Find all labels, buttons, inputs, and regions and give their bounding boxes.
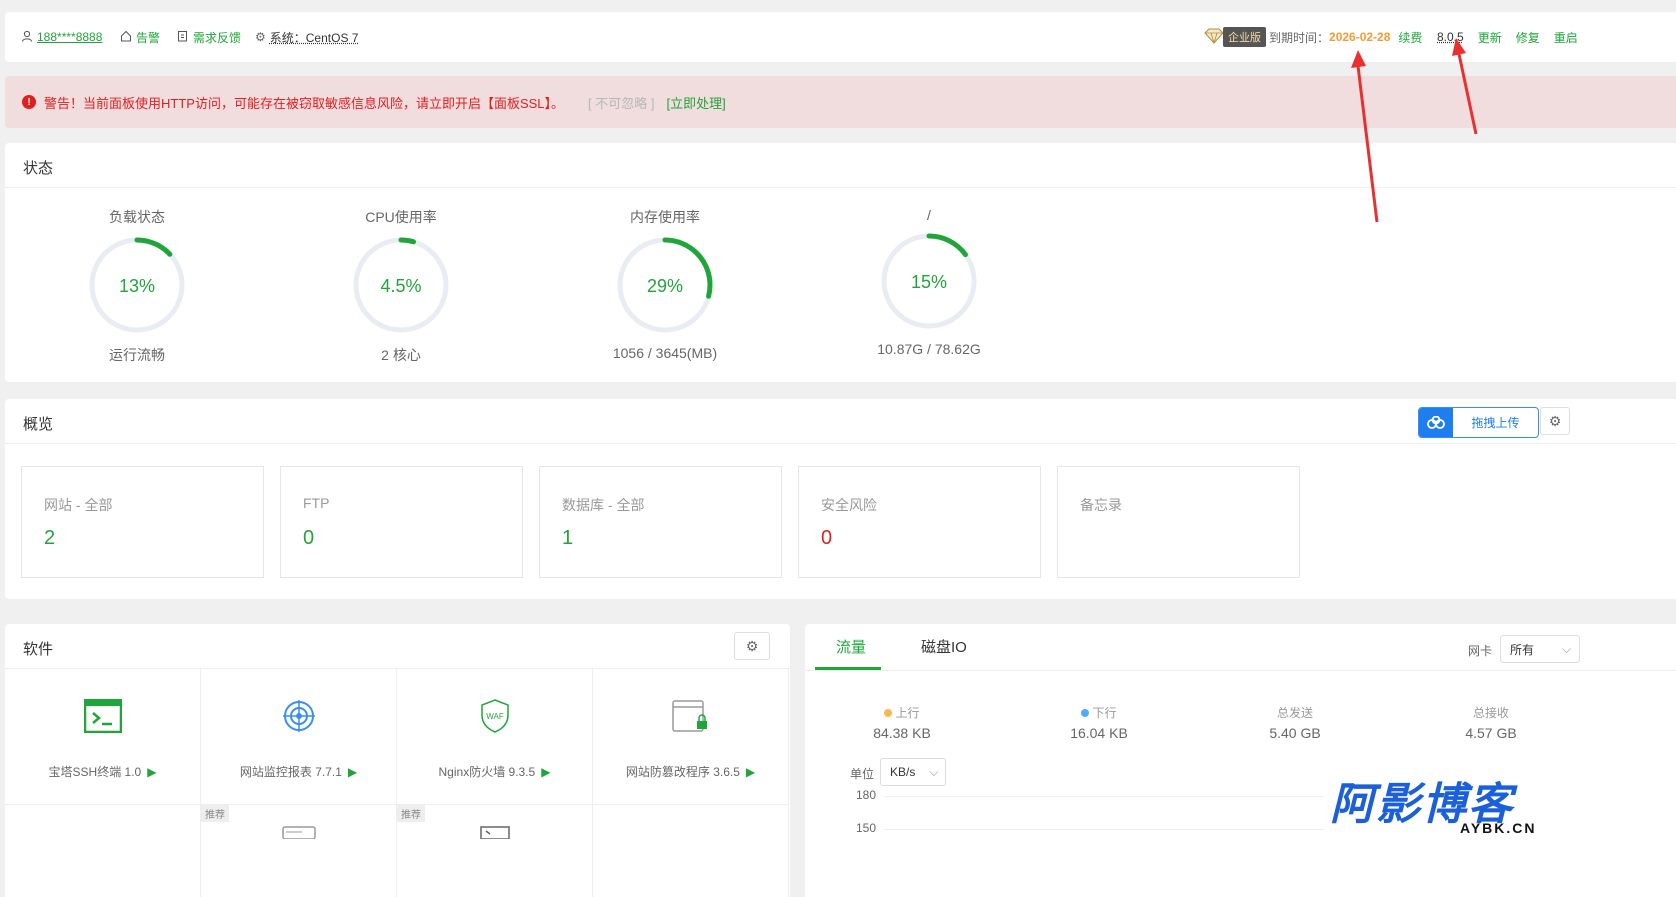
watermark-sub: AYBK.CN: [1460, 820, 1537, 836]
arrow-head-version: [1452, 38, 1466, 56]
annotation-arrows: [1351, 38, 1478, 223]
arrow-line-version: [1457, 53, 1478, 135]
arrow-line-expire: [1356, 65, 1379, 223]
arrow-head-expire: [1351, 50, 1366, 68]
watermark-logo: 阿影博客 AYBK.CN: [1330, 780, 1580, 840]
